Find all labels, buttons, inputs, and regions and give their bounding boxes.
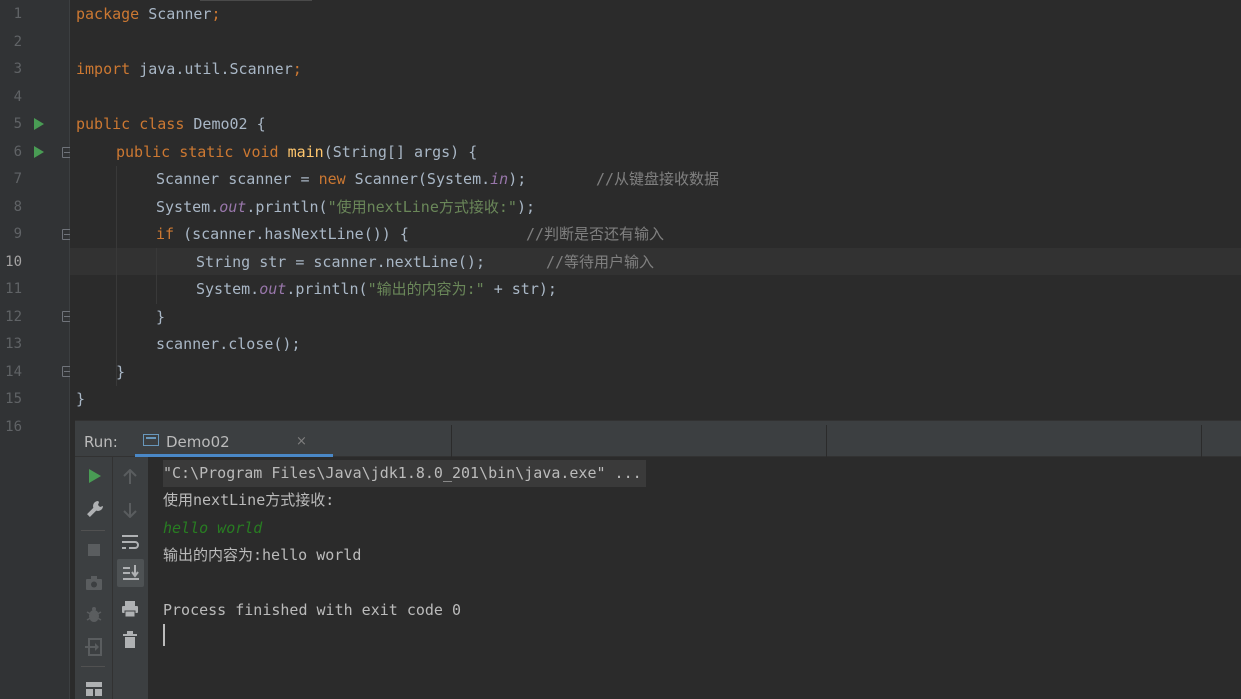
divider <box>451 425 452 457</box>
code-line-8: System.out.println("使用nextLine方式接收:"); <box>156 198 535 216</box>
scroll-to-end-icon <box>123 565 139 580</box>
console-prompt-line: 使用nextLine方式接收: <box>163 491 335 509</box>
text-caret <box>163 624 165 646</box>
line-number: 2 <box>13 34 22 50</box>
line-number: 6 <box>13 144 22 160</box>
divider <box>1201 425 1202 457</box>
console-icon <box>143 434 159 446</box>
run-main-icon[interactable] <box>34 146 44 158</box>
code-line-1: package Scanner; <box>76 5 221 23</box>
line-number-current: 10 <box>5 254 22 270</box>
run-label: Run: <box>84 433 118 451</box>
code-line-14: } <box>116 363 126 381</box>
camera-icon[interactable] <box>85 575 103 591</box>
console-user-input: hello world <box>163 519 263 537</box>
indent-guide <box>116 166 117 386</box>
line-number: 13 <box>5 336 22 352</box>
code-line-10: String str = scanner.nextLine(); <box>196 253 485 271</box>
code-line-7: Scanner scanner = new Scanner(System.in)… <box>156 170 527 188</box>
code-line-13: scanner.close(); <box>156 335 301 353</box>
line-number: 16 <box>5 419 22 435</box>
scroll-to-end-toggle[interactable] <box>117 559 144 587</box>
console-command-line: "C:\Program Files\Java\jdk1.8.0_201\bin\… <box>163 460 646 487</box>
line-number: 8 <box>13 199 22 215</box>
run-class-icon[interactable] <box>34 118 44 130</box>
print-icon[interactable] <box>121 600 139 618</box>
comment: //从键盘接收数据 <box>596 170 720 188</box>
divider <box>81 666 105 667</box>
rerun-icon[interactable] <box>88 469 102 483</box>
line-number: 9 <box>13 226 22 242</box>
console-output[interactable]: "C:\Program Files\Java\jdk1.8.0_201\bin\… <box>148 457 1241 699</box>
down-arrow-icon[interactable] <box>122 502 138 518</box>
line-number: 15 <box>5 391 22 407</box>
line-number: 3 <box>13 61 22 77</box>
run-tab-demo02[interactable]: Demo02 × <box>135 421 333 457</box>
console-exit-message: Process finished with exit code 0 <box>163 601 462 619</box>
run-tool-window: Run: Demo02 × "C:\Program Files\Java\jdk… <box>75 420 1241 699</box>
line-number: 5 <box>13 116 22 132</box>
code-line-12: } <box>156 308 166 326</box>
code-line-15: } <box>76 390 86 408</box>
comment: //判断是否还有输入 <box>526 225 665 243</box>
exit-icon[interactable] <box>85 638 103 656</box>
line-number: 7 <box>13 171 22 187</box>
editor-gutter: 1 2 3 4 5 6 7 8 9 10 11 12 13 14 15 16 <box>0 0 72 699</box>
code-line-11: System.out.println("输出的内容为:" + str); <box>196 280 557 298</box>
console-output-line: 输出的内容为:hello world <box>163 546 362 564</box>
soft-wrap-icon[interactable] <box>121 534 139 550</box>
divider <box>81 530 105 531</box>
line-number: 1 <box>13 6 22 22</box>
up-arrow-icon[interactable] <box>122 469 138 485</box>
run-toolbar-left <box>75 457 113 699</box>
indent-guide <box>156 248 157 304</box>
comment: //等待用户输入 <box>546 253 655 271</box>
stop-icon[interactable] <box>87 543 101 557</box>
trash-icon[interactable] <box>122 631 138 649</box>
line-number: 11 <box>5 281 22 297</box>
debug-icon[interactable] <box>85 606 103 624</box>
wrench-icon[interactable] <box>86 500 104 518</box>
line-number: 4 <box>13 89 22 105</box>
layout-icon[interactable] <box>85 681 103 697</box>
line-number: 12 <box>5 309 22 325</box>
code-line-9: if (scanner.hasNextLine()) { <box>156 225 409 243</box>
divider <box>826 425 827 457</box>
code-line-6: public static void main(String[] args) { <box>116 143 478 161</box>
code-line-5: public class Demo02 { <box>76 115 266 133</box>
run-toolbar-right <box>113 457 148 699</box>
line-number: 14 <box>5 364 22 380</box>
code-line-3: import java.util.Scanner; <box>76 60 302 78</box>
run-header: Run: Demo02 × <box>75 421 1241 457</box>
